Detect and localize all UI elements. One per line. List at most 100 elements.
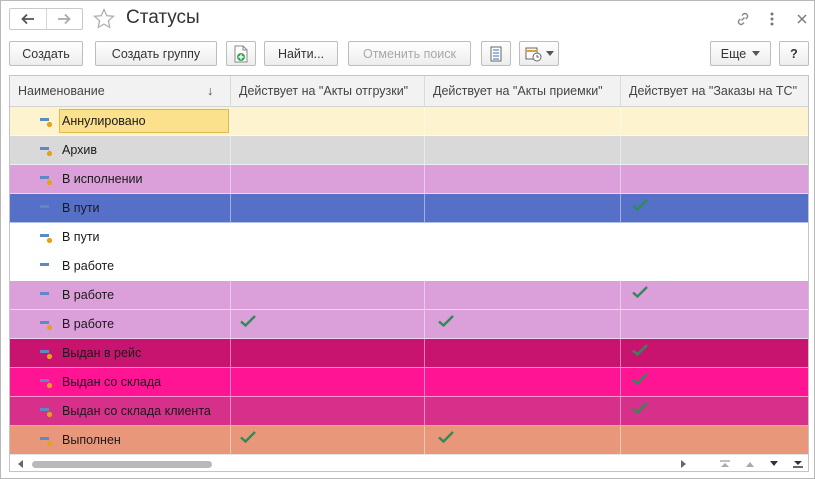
check-cell[interactable] [424, 136, 620, 164]
check-cell[interactable] [424, 281, 620, 309]
back-button[interactable] [10, 9, 46, 29]
status-item-icon [40, 437, 53, 447]
cancel-search-button[interactable]: Отменить поиск [348, 41, 471, 66]
check-cell[interactable] [620, 165, 808, 193]
check-cell[interactable] [620, 252, 808, 280]
status-name: Аннулировано [62, 114, 146, 128]
check-cell[interactable] [230, 136, 424, 164]
scroll-to-top-button[interactable] [713, 456, 737, 471]
status-name: В исполнении [62, 172, 143, 186]
name-cell[interactable]: В исполнении [10, 165, 230, 193]
check-cell[interactable] [620, 281, 808, 309]
name-cell[interactable]: Выполнен [10, 426, 230, 454]
scroll-down-button[interactable] [762, 456, 786, 471]
check-cell[interactable] [230, 310, 424, 338]
link-icon[interactable] [734, 10, 752, 28]
name-cell[interactable]: Выдан со склада клиента [10, 397, 230, 425]
check-cell[interactable] [230, 339, 424, 367]
scrollbar-thumb[interactable] [32, 461, 212, 468]
arrow-left-icon [21, 13, 34, 25]
more-vertical-icon[interactable] [763, 10, 781, 28]
table-row[interactable]: Выдан со склада [10, 368, 808, 397]
table-row[interactable]: Архив [10, 136, 808, 165]
table-row[interactable]: В пути [10, 223, 808, 252]
scroll-right-icon[interactable] [678, 459, 688, 469]
check-cell[interactable] [620, 107, 808, 135]
check-cell[interactable] [230, 281, 424, 309]
column-header-name[interactable]: Наименование ↓ [10, 76, 230, 107]
favorite-star-icon[interactable] [92, 7, 116, 31]
check-cell[interactable] [424, 252, 620, 280]
name-cell[interactable]: Архив [10, 136, 230, 164]
period-dropdown-button[interactable] [519, 41, 559, 66]
table-row[interactable]: Аннулировано [10, 107, 808, 136]
table-row[interactable]: Выполнен [10, 426, 808, 455]
scroll-to-bottom-button[interactable] [786, 456, 808, 471]
check-cell[interactable] [230, 194, 424, 222]
check-cell[interactable] [424, 223, 620, 251]
name-cell[interactable]: Аннулировано [10, 107, 230, 135]
column-header-receiving-acts[interactable]: Действует на "Акты приемки" [424, 76, 620, 107]
checkmark-icon [240, 315, 256, 328]
horizontal-scrollbar[interactable] [10, 454, 808, 471]
list-view-button[interactable] [481, 41, 511, 66]
check-cell[interactable] [230, 165, 424, 193]
check-cell[interactable] [230, 252, 424, 280]
status-item-icon [40, 118, 53, 128]
check-cell[interactable] [424, 397, 620, 425]
checkmark-icon [240, 431, 256, 444]
create-group-button[interactable]: Создать группу [95, 41, 217, 66]
name-cell[interactable]: Выдан в рейс [10, 339, 230, 367]
list-icon [490, 46, 502, 61]
check-cell[interactable] [424, 107, 620, 135]
column-header-vehicle-orders[interactable]: Действует на "Заказы на ТС" [620, 76, 808, 107]
status-name: Выдан со склада клиента [62, 404, 211, 418]
check-cell[interactable] [620, 310, 808, 338]
help-button[interactable]: ? [779, 41, 809, 66]
chevron-down-icon [545, 51, 554, 56]
column-header-shipping-acts[interactable]: Действует на "Акты отгрузки" [230, 76, 424, 107]
forward-button[interactable] [45, 9, 82, 29]
check-cell[interactable] [620, 339, 808, 367]
name-cell[interactable]: Выдан со склада [10, 368, 230, 396]
check-cell[interactable] [230, 223, 424, 251]
create-button[interactable]: Создать [9, 41, 83, 66]
table-row[interactable]: В работе [10, 310, 808, 339]
name-cell[interactable]: В пути [10, 194, 230, 222]
copy-button[interactable] [226, 41, 256, 66]
table-row[interactable]: В исполнении [10, 165, 808, 194]
more-button[interactable]: Еще [710, 41, 771, 66]
check-cell[interactable] [424, 368, 620, 396]
scroll-left-icon[interactable] [16, 459, 26, 469]
close-icon[interactable] [793, 10, 811, 28]
find-button[interactable]: Найти... [264, 41, 338, 66]
check-cell[interactable] [620, 136, 808, 164]
checkmark-icon [632, 199, 648, 212]
scroll-up-button[interactable] [738, 456, 762, 471]
name-cell[interactable]: В работе [10, 310, 230, 338]
check-cell[interactable] [424, 426, 620, 454]
check-cell[interactable] [230, 426, 424, 454]
check-cell[interactable] [620, 368, 808, 396]
check-cell[interactable] [620, 397, 808, 425]
name-cell[interactable]: В работе [10, 252, 230, 280]
name-cell[interactable]: В пути [10, 223, 230, 251]
check-cell[interactable] [424, 165, 620, 193]
table-row[interactable]: Выдан в рейс [10, 339, 808, 368]
check-cell[interactable] [424, 339, 620, 367]
check-cell[interactable] [230, 107, 424, 135]
status-name: В работе [62, 259, 115, 273]
table-row[interactable]: В работе [10, 281, 808, 310]
check-cell[interactable] [424, 194, 620, 222]
check-cell[interactable] [424, 310, 620, 338]
check-cell[interactable] [620, 223, 808, 251]
check-cell[interactable] [620, 426, 808, 454]
table-row[interactable]: Выдан со склада клиента [10, 397, 808, 426]
check-cell[interactable] [230, 397, 424, 425]
check-cell[interactable] [620, 194, 808, 222]
name-cell[interactable]: В работе [10, 281, 230, 309]
table-row[interactable]: В работе [10, 252, 808, 281]
check-cell[interactable] [230, 368, 424, 396]
table-row[interactable]: В пути [10, 194, 808, 223]
status-item-icon [40, 292, 49, 295]
